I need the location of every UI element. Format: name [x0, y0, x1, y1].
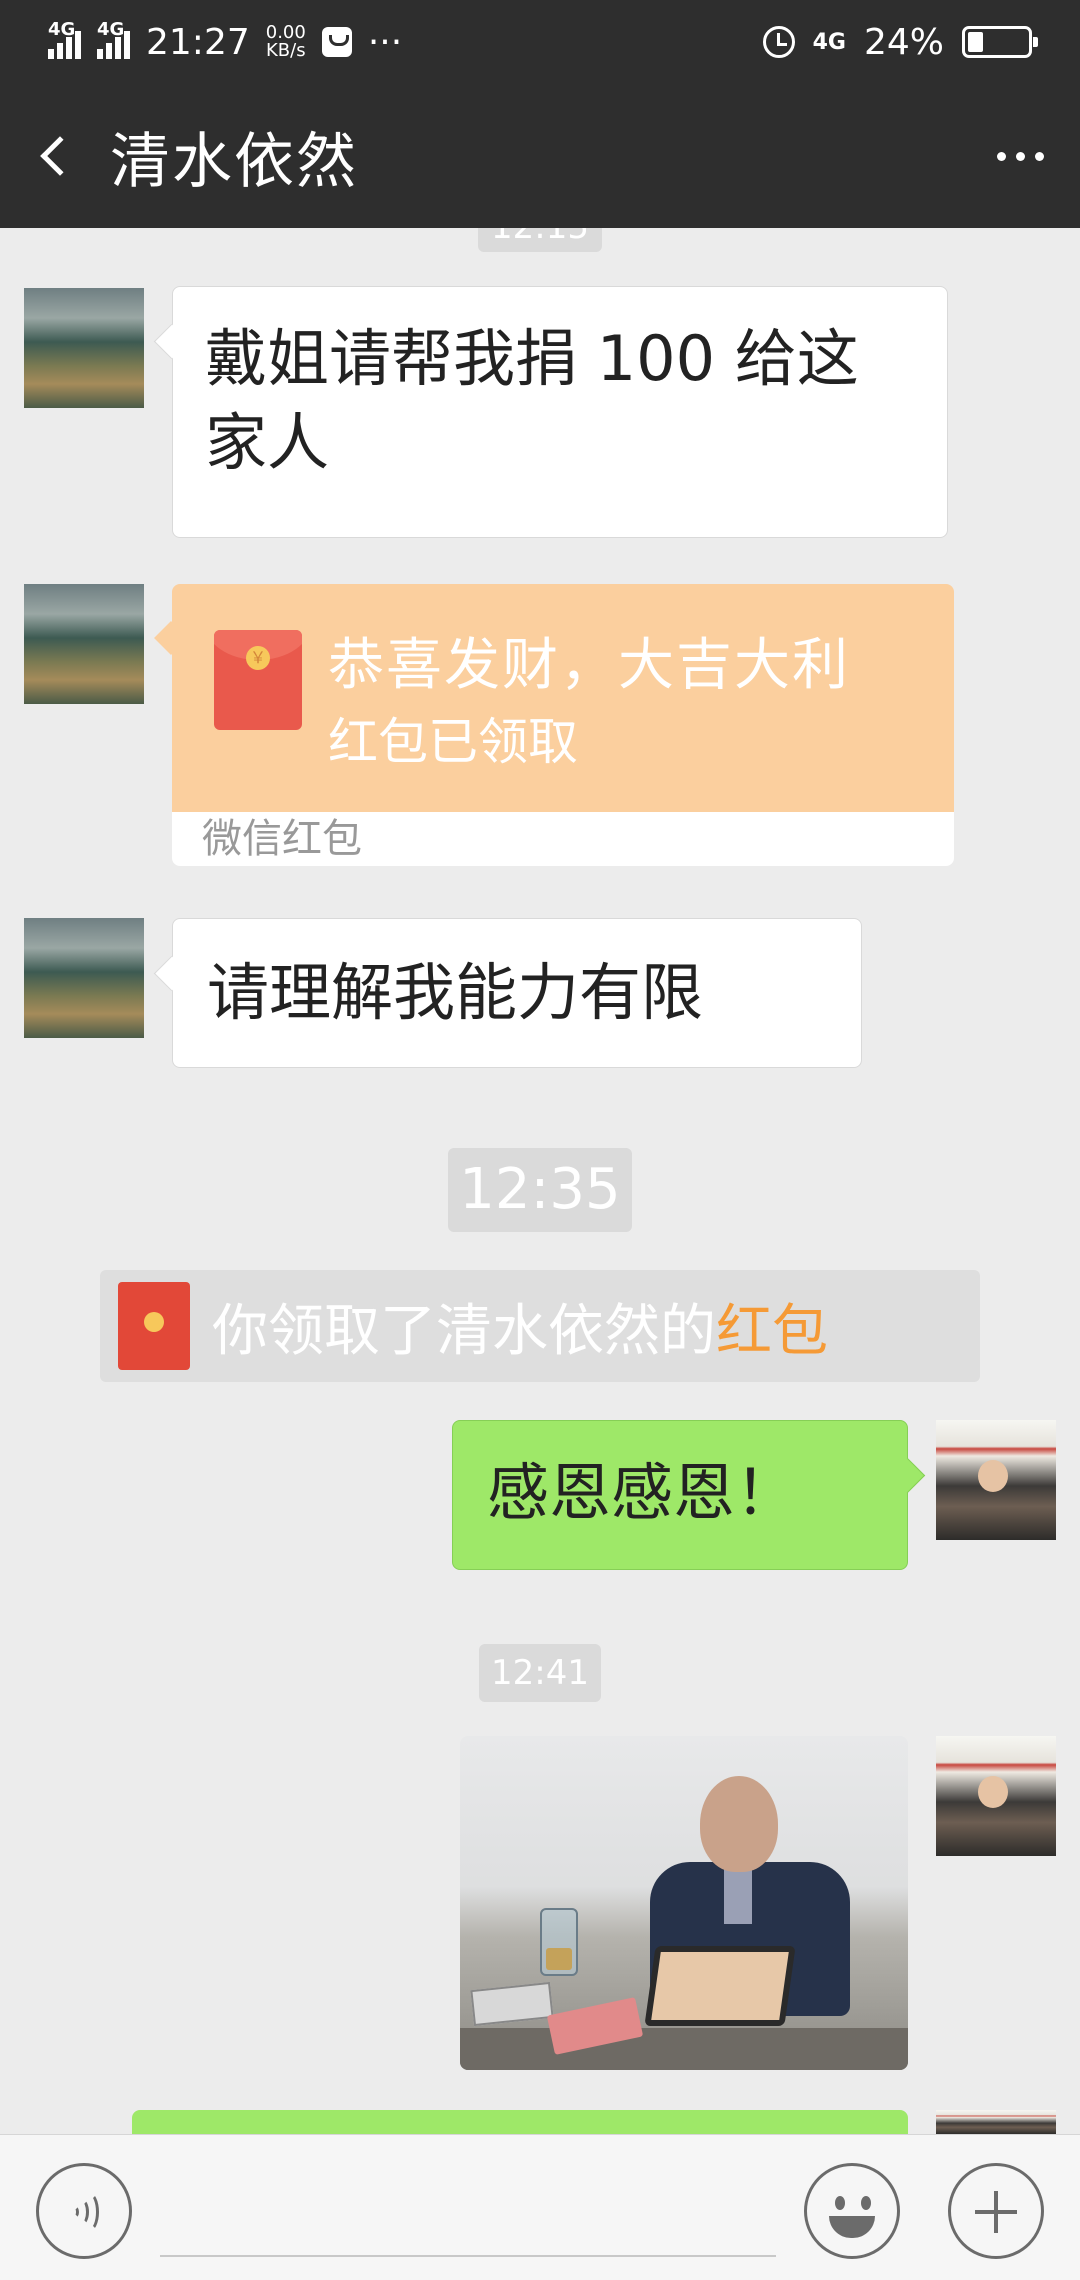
contact-avatar[interactable]	[24, 918, 144, 1038]
red-packet-title: 恭喜发财，大吉大利	[328, 633, 850, 698]
contact-avatar[interactable]	[24, 584, 144, 704]
message-text: 请理解我能力有限	[207, 956, 704, 1029]
plus-button[interactable]	[948, 2163, 1044, 2259]
contact-avatar[interactable]	[24, 288, 144, 408]
chat-area[interactable]: 12:15 戴姐请帮我捐 100 给这家人 恭喜发财，大吉大利 红包已领取 微信…	[0, 228, 1080, 2134]
status-left: 4G 4G 21:27 0.00 KB/s ···	[48, 19, 403, 63]
notice-link[interactable]: 红包	[716, 1286, 828, 1367]
status-time: 21:27	[146, 21, 250, 63]
chat-header: 清水依然	[0, 84, 1080, 228]
red-packet-message[interactable]: 恭喜发财，大吉大利 红包已领取 微信红包	[172, 584, 954, 866]
back-arrow-icon	[40, 136, 80, 176]
timestamp: 12:15	[478, 228, 602, 252]
my-avatar[interactable]	[936, 1420, 1056, 1540]
message-text: 感恩感恩！	[487, 1456, 798, 1529]
red-packet-status: 红包已领取	[328, 713, 578, 771]
red-envelope-icon	[118, 1282, 190, 1370]
emoji-icon	[835, 2196, 845, 2210]
my-avatar[interactable]	[936, 2110, 1056, 2134]
sent-message-bubble[interactable]	[132, 2110, 908, 2134]
message-input[interactable]	[160, 2165, 776, 2257]
emoji-button[interactable]	[804, 2163, 900, 2259]
speed-unit: KB/s	[265, 40, 306, 61]
voice-button[interactable]	[36, 2163, 132, 2259]
network-speed: 0.00 KB/s	[266, 24, 306, 60]
battery-percent: 24%	[863, 21, 944, 63]
battery-icon	[962, 26, 1038, 58]
sent-message-bubble[interactable]: 感恩感恩！	[452, 1420, 908, 1570]
my-avatar[interactable]	[936, 1736, 1056, 1856]
more-button[interactable]	[960, 84, 1080, 228]
status-more: ···	[367, 21, 403, 63]
red-envelope-icon	[214, 630, 302, 730]
red-packet-body: 恭喜发财，大吉大利 红包已领取	[172, 584, 954, 812]
more-icon	[996, 151, 1006, 161]
signal-icon-2: 4G	[97, 19, 130, 59]
sent-photo[interactable]	[460, 1736, 908, 2070]
message-text: 戴姐请帮我捐 100 给这家人	[205, 322, 859, 479]
signal-icon: 4G	[48, 19, 81, 59]
status-right: 4G 24%	[762, 21, 1038, 63]
shopping-bag-icon	[321, 27, 352, 57]
red-packet-footer: 微信红包	[172, 812, 954, 866]
timestamp: 12:35	[448, 1148, 632, 1232]
network-type: 4G	[812, 29, 846, 55]
status-bar: 4G 4G 21:27 0.00 KB/s ··· 4G 24%	[0, 0, 1080, 84]
input-bar	[0, 2134, 1080, 2280]
back-button[interactable]	[0, 84, 110, 228]
red-packet-received-notice[interactable]: 你领取了清水依然的 红包	[100, 1270, 980, 1382]
message-bubble[interactable]: 请理解我能力有限	[172, 918, 862, 1068]
timestamp: 12:41	[479, 1644, 601, 1702]
notice-text: 你领取了清水依然的	[212, 1298, 716, 1364]
message-bubble[interactable]: 戴姐请帮我捐 100 给这家人	[172, 286, 948, 538]
chat-title: 清水依然	[110, 126, 358, 197]
alarm-icon	[762, 26, 795, 58]
voice-icon	[65, 2192, 105, 2232]
